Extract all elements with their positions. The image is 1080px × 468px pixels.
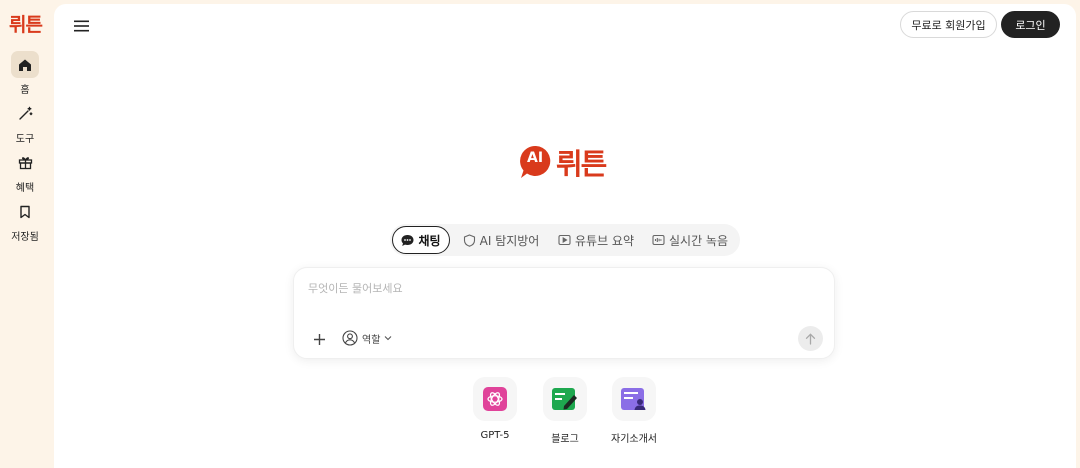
mode-tabs: 채팅 AI 탐지방어 유튜브 요약 실시간 녹음 bbox=[390, 224, 740, 256]
bookmark-icon bbox=[11, 198, 39, 225]
main-panel: 무료로 회원가입 로그인 AI 뤼튼 채팅 AI 탐지방어 유튜브 요약 실시간… bbox=[54, 4, 1076, 468]
openai-icon bbox=[483, 387, 507, 411]
shortcut-tile bbox=[543, 377, 587, 421]
hamburger-menu-icon bbox=[73, 20, 89, 32]
prompt-input[interactable] bbox=[306, 278, 806, 298]
sidebar-item-label: 저장됨 bbox=[11, 232, 39, 243]
sidebar-logo[interactable]: 뤼튼 bbox=[9, 10, 43, 37]
role-select[interactable]: 역할 bbox=[342, 327, 392, 349]
tab-label: 유튜브 요약 bbox=[574, 233, 634, 248]
brand-logo: AI 뤼튼 bbox=[519, 141, 607, 183]
sidebar-item-label: 혜택 bbox=[15, 183, 35, 194]
chat-composer: 역할 bbox=[293, 267, 835, 359]
shield-icon bbox=[463, 233, 476, 247]
chat-bubble-icon bbox=[401, 234, 414, 247]
gift-icon bbox=[11, 149, 39, 176]
shortcut-label: GPT-5 bbox=[480, 430, 510, 441]
sidebar-item-label: 도구 bbox=[15, 134, 35, 145]
send-button[interactable] bbox=[798, 326, 823, 351]
profile-doc-icon bbox=[621, 388, 646, 410]
arrow-up-icon bbox=[805, 332, 816, 345]
menu-button[interactable] bbox=[70, 15, 92, 37]
tab-chat[interactable]: 채팅 bbox=[392, 226, 450, 254]
magic-wand-icon bbox=[11, 100, 39, 127]
plus-icon bbox=[313, 333, 325, 345]
brand-name: 뤼튼 bbox=[556, 147, 607, 181]
shortcut-tile bbox=[612, 377, 656, 421]
shortcut-tile bbox=[473, 377, 517, 421]
home-icon bbox=[11, 51, 39, 78]
shortcut-gpt5[interactable]: GPT-5 bbox=[460, 377, 530, 441]
add-attachment-button[interactable] bbox=[308, 328, 330, 350]
sidebar: 뤼튼 홈 도구 혜택 저장됨 bbox=[0, 0, 50, 468]
shortcut-self-intro[interactable]: 자기소개서 bbox=[599, 377, 669, 445]
tab-label: 실시간 녹음 bbox=[668, 233, 728, 248]
play-icon bbox=[558, 234, 571, 246]
recording-icon bbox=[652, 234, 665, 246]
blog-pen-icon bbox=[552, 388, 577, 410]
sidebar-item-saved[interactable]: 저장됨 bbox=[0, 198, 50, 243]
tab-live-recording[interactable]: 실시간 녹음 bbox=[644, 226, 736, 254]
tab-label: 채팅 bbox=[418, 233, 441, 248]
shortcut-label: 자기소개서 bbox=[611, 434, 657, 445]
tab-youtube-summary[interactable]: 유튜브 요약 bbox=[550, 226, 642, 254]
brand-badge-text: AI bbox=[527, 150, 544, 166]
chevron-down-icon bbox=[385, 336, 392, 341]
tab-label: AI 탐지방어 bbox=[479, 233, 540, 248]
user-circle-icon bbox=[342, 330, 358, 346]
sidebar-item-label: 홈 bbox=[20, 85, 30, 96]
shortcut-blog[interactable]: 블로그 bbox=[530, 377, 600, 445]
signup-button[interactable]: 무료로 회원가입 bbox=[900, 11, 997, 38]
sidebar-item-tools[interactable]: 도구 bbox=[0, 100, 50, 145]
tab-ai-detection[interactable]: AI 탐지방어 bbox=[454, 226, 548, 254]
shortcut-label: 블로그 bbox=[551, 434, 579, 445]
sidebar-item-home[interactable]: 홈 bbox=[0, 51, 50, 96]
role-label: 역할 bbox=[362, 334, 381, 346]
sidebar-item-benefits[interactable]: 혜택 bbox=[0, 149, 50, 194]
login-button[interactable]: 로그인 bbox=[1001, 11, 1060, 38]
